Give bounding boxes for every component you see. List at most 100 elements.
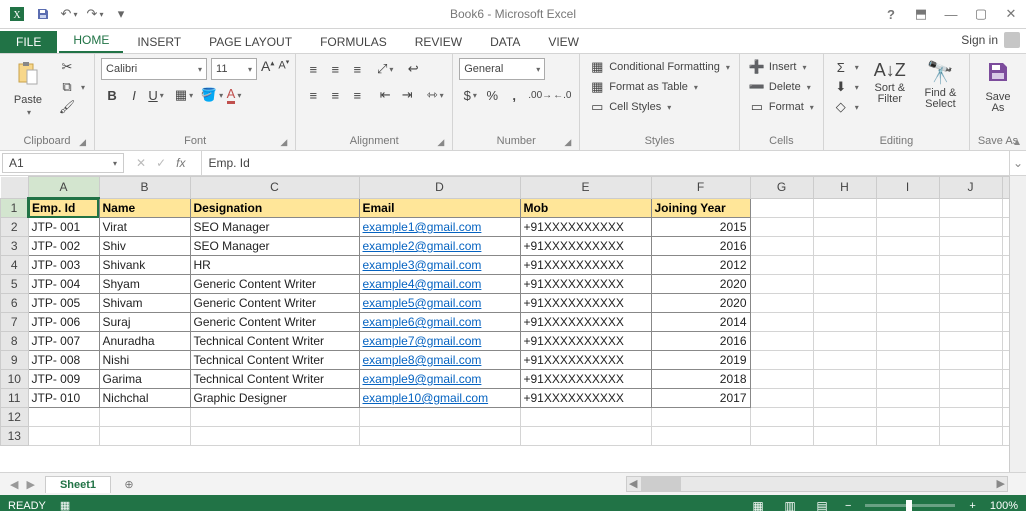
cell-G7[interactable] xyxy=(750,313,813,332)
accounting-format-icon[interactable]: $▾ xyxy=(459,84,481,106)
cell-J2[interactable] xyxy=(939,218,1002,237)
zoom-slider[interactable] xyxy=(865,504,955,507)
align-left-icon[interactable]: ≡ xyxy=(302,84,324,106)
cell-F2[interactable]: 2015 xyxy=(651,218,750,237)
save-icon[interactable] xyxy=(32,3,54,25)
cell-E8[interactable]: +91XXXXXXXXXX xyxy=(520,332,651,351)
cell-J12[interactable] xyxy=(939,408,1002,427)
cell-A12[interactable] xyxy=(28,408,99,427)
select-all-corner[interactable] xyxy=(1,177,29,199)
cell-F7[interactable]: 2014 xyxy=(651,313,750,332)
cell-C7[interactable]: Generic Content Writer xyxy=(190,313,359,332)
align-center-icon[interactable]: ≡ xyxy=(324,84,346,106)
cell-B2[interactable]: Virat xyxy=(99,218,190,237)
formula-input[interactable] xyxy=(201,151,1009,175)
cell-G8[interactable] xyxy=(750,332,813,351)
cell-D6[interactable]: example5@gmail.com xyxy=(359,294,520,313)
cell-E11[interactable]: +91XXXXXXXXXX xyxy=(520,389,651,408)
italic-button[interactable]: I xyxy=(123,84,145,106)
number-format-select[interactable]: General▾ xyxy=(459,58,545,80)
row-header-4[interactable]: 4 xyxy=(1,256,29,275)
increase-indent-icon[interactable]: ⇥ xyxy=(396,84,418,106)
row-header-5[interactable]: 5 xyxy=(1,275,29,294)
cell-J13[interactable] xyxy=(939,427,1002,446)
cell-E6[interactable]: +91XXXXXXXXXX xyxy=(520,294,651,313)
font-color-button[interactable]: A▾ xyxy=(223,84,245,106)
cell-J8[interactable] xyxy=(939,332,1002,351)
conditional-formatting-button[interactable]: ▦Conditional Formatting▾ xyxy=(586,58,733,76)
cell-F11[interactable]: 2017 xyxy=(651,389,750,408)
cell-G3[interactable] xyxy=(750,237,813,256)
font-name-select[interactable]: Calibri▾ xyxy=(101,58,207,80)
row-header-2[interactable]: 2 xyxy=(1,218,29,237)
cell-H13[interactable] xyxy=(813,427,876,446)
save-as-button[interactable]: Save As xyxy=(976,58,1020,116)
cell-G13[interactable] xyxy=(750,427,813,446)
cell-G1[interactable] xyxy=(750,198,813,218)
cell-I13[interactable] xyxy=(876,427,939,446)
col-header-H[interactable]: H xyxy=(813,177,876,199)
cell-A9[interactable]: JTP- 008 xyxy=(28,351,99,370)
cell-I10[interactable] xyxy=(876,370,939,389)
cell-B10[interactable]: Garima xyxy=(99,370,190,389)
undo-icon[interactable]: ↶▾ xyxy=(58,3,80,25)
dialog-launcher-icon[interactable]: ◢ xyxy=(437,137,444,148)
cell-C11[interactable]: Graphic Designer xyxy=(190,389,359,408)
tab-insert[interactable]: INSERT xyxy=(123,31,195,53)
cell-F12[interactable] xyxy=(651,408,750,427)
cell-D9[interactable]: example8@gmail.com xyxy=(359,351,520,370)
dialog-launcher-icon[interactable]: ◢ xyxy=(280,137,287,148)
minimize-icon[interactable]: — xyxy=(936,0,966,28)
cell-F13[interactable] xyxy=(651,427,750,446)
cell-G2[interactable] xyxy=(750,218,813,237)
cell-A8[interactable]: JTP- 007 xyxy=(28,332,99,351)
cell-A7[interactable]: JTP- 006 xyxy=(28,313,99,332)
align-right-icon[interactable]: ≡ xyxy=(346,84,368,106)
cell-G10[interactable] xyxy=(750,370,813,389)
cell-styles-button[interactable]: ▭Cell Styles▾ xyxy=(586,98,733,116)
cell-E10[interactable]: +91XXXXXXXXXX xyxy=(520,370,651,389)
col-header-A[interactable]: A xyxy=(28,177,99,199)
col-header-G[interactable]: G xyxy=(750,177,813,199)
cell-G9[interactable] xyxy=(750,351,813,370)
underline-button[interactable]: U▾ xyxy=(145,84,167,106)
add-sheet-button[interactable]: ⊕ xyxy=(119,474,139,494)
cell-F5[interactable]: 2020 xyxy=(651,275,750,294)
find-select-button[interactable]: 🔭 Find & Select xyxy=(918,58,963,112)
tab-page-layout[interactable]: PAGE LAYOUT xyxy=(195,31,306,53)
maximize-icon[interactable]: ▢ xyxy=(966,0,996,28)
row-header-11[interactable]: 11 xyxy=(1,389,29,408)
cell-J1[interactable] xyxy=(939,198,1002,218)
qat-customize-icon[interactable]: ▾ xyxy=(110,3,132,25)
fill-color-button[interactable]: 🪣▾ xyxy=(201,84,223,106)
cell-D13[interactable] xyxy=(359,427,520,446)
cell-C12[interactable] xyxy=(190,408,359,427)
cell-C1[interactable]: Designation xyxy=(190,198,359,218)
collapse-ribbon-icon[interactable]: ▲ xyxy=(1012,137,1022,148)
tab-formulas[interactable]: FORMULAS xyxy=(306,31,401,53)
cell-D7[interactable]: example6@gmail.com xyxy=(359,313,520,332)
normal-view-icon[interactable]: ▦ xyxy=(749,498,767,511)
cell-D12[interactable] xyxy=(359,408,520,427)
cell-E12[interactable] xyxy=(520,408,651,427)
cell-C8[interactable]: Technical Content Writer xyxy=(190,332,359,351)
cell-E7[interactable]: +91XXXXXXXXXX xyxy=(520,313,651,332)
cell-D11[interactable]: example10@gmail.com xyxy=(359,389,520,408)
cell-A3[interactable]: JTP- 002 xyxy=(28,237,99,256)
row-header-9[interactable]: 9 xyxy=(1,351,29,370)
delete-cells-button[interactable]: ➖Delete▾ xyxy=(746,78,817,96)
row-header-13[interactable]: 13 xyxy=(1,427,29,446)
cell-H5[interactable] xyxy=(813,275,876,294)
cell-I11[interactable] xyxy=(876,389,939,408)
zoom-out-icon[interactable]: − xyxy=(845,500,851,511)
col-header-C[interactable]: C xyxy=(190,177,359,199)
format-painter-button[interactable]: 🖌 xyxy=(56,98,88,116)
cell-G6[interactable] xyxy=(750,294,813,313)
cell-I2[interactable] xyxy=(876,218,939,237)
cell-H2[interactable] xyxy=(813,218,876,237)
cell-B11[interactable]: Nichchal xyxy=(99,389,190,408)
cell-C4[interactable]: HR xyxy=(190,256,359,275)
cell-F6[interactable]: 2020 xyxy=(651,294,750,313)
cell-I7[interactable] xyxy=(876,313,939,332)
close-icon[interactable]: ✕ xyxy=(996,0,1026,28)
